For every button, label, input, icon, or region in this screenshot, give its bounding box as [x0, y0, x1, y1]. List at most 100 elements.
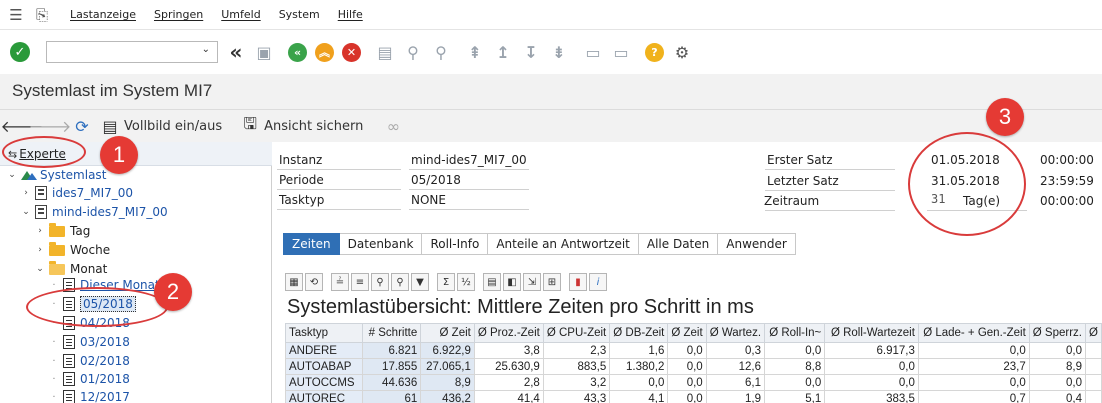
graphic-icon[interactable]: ▮: [569, 273, 587, 291]
enter-button[interactable]: ✓: [10, 42, 30, 62]
table-cell[interactable]: 0,0: [824, 374, 919, 391]
menu-system[interactable]: System: [279, 8, 320, 21]
glasses-icon[interactable]: ∞: [383, 116, 403, 136]
back-icon[interactable]: «: [288, 42, 307, 62]
tab-roll-info[interactable]: Roll-Info: [422, 233, 489, 255]
settings-gear-icon[interactable]: ⚙: [672, 42, 692, 62]
table-cell[interactable]: 0,0: [917, 374, 1030, 391]
table-cell[interactable]: 8,9: [1028, 358, 1087, 375]
help-icon[interactable]: ?: [645, 42, 664, 62]
table-row[interactable]: ANDERE 6.821 6.922,9 3,8 2,3 1,6 0,0 0,3…: [285, 342, 1102, 359]
table-cell[interactable]: 6.922,9: [420, 342, 475, 359]
table-cell[interactable]: 436,2: [420, 390, 475, 403]
column-header[interactable]: Ø Zeit: [667, 323, 707, 343]
table-cell[interactable]: 1.380,2: [609, 358, 669, 375]
column-header[interactable]: Ø DB-Zeit: [609, 323, 669, 343]
table-cell[interactable]: 2,3: [542, 342, 611, 359]
table-cell[interactable]: 12,6: [705, 358, 766, 375]
view-icon[interactable]: ◧: [503, 273, 521, 291]
previous-page-icon[interactable]: ↥: [493, 42, 513, 62]
table-cell[interactable]: 4,1: [609, 390, 669, 403]
table-cell[interactable]: 0,0: [667, 358, 707, 375]
layout-icon[interactable]: ⊞: [543, 273, 561, 291]
table-cell[interactable]: 41,4: [473, 390, 544, 403]
table-cell[interactable]: [1085, 374, 1102, 391]
column-header[interactable]: Ø Sperrz.: [1028, 323, 1087, 343]
refresh-grid-icon[interactable]: ⟲: [305, 273, 323, 291]
cancel-icon[interactable]: ✕: [342, 42, 361, 62]
table-cell[interactable]: ANDERE: [285, 342, 363, 359]
refresh-icon[interactable]: ⟳: [72, 116, 92, 136]
sort-desc-icon[interactable]: ≡: [351, 273, 369, 291]
table-cell[interactable]: 25.630,9: [473, 358, 544, 375]
table-cell[interactable]: [1085, 390, 1102, 403]
print-icon[interactable]: ▤: [375, 42, 395, 62]
table-cell[interactable]: 43,3: [542, 390, 611, 403]
table-cell[interactable]: [1085, 358, 1102, 375]
table-cell[interactable]: AUTOCCMS: [285, 374, 363, 391]
table-cell[interactable]: 0,0: [667, 374, 707, 391]
table-cell[interactable]: 61: [361, 390, 422, 403]
table-cell[interactable]: 27.065,1: [420, 358, 475, 375]
table-cell[interactable]: 6.821: [361, 342, 422, 359]
tree-node-ides7[interactable]: › ides7_MI7_00: [20, 184, 133, 202]
tree-node-03-2018[interactable]: · 03/2018: [48, 333, 130, 351]
column-header[interactable]: Ø Roll-In~: [764, 323, 826, 343]
table-cell[interactable]: 0,0: [609, 374, 669, 391]
tab-datenbank[interactable]: Datenbank: [339, 233, 423, 255]
table-cell[interactable]: 0,0: [1028, 342, 1087, 359]
fullscreen-icon[interactable]: ▤: [100, 116, 120, 136]
info-icon[interactable]: i: [589, 273, 607, 291]
command-toggle-icon[interactable]: «: [226, 40, 246, 64]
table-cell[interactable]: 8,9: [420, 374, 475, 391]
chevron-right-icon[interactable]: ›: [20, 188, 32, 198]
table-cell[interactable]: 1,6: [609, 342, 669, 359]
table-cell[interactable]: 0,0: [1028, 374, 1087, 391]
tree-node-mind-ides7[interactable]: ⌄ mind-ides7_MI7_00: [20, 203, 168, 221]
chevron-down-icon[interactable]: ⌄: [6, 170, 18, 180]
next-page-icon[interactable]: ↧: [521, 42, 541, 62]
save-view-button[interactable]: Ansicht sichern: [264, 119, 363, 134]
table-cell[interactable]: [1085, 342, 1102, 359]
menu-umfeld[interactable]: Umfeld: [221, 8, 260, 21]
column-header[interactable]: Ø CPU-Zeit: [542, 323, 611, 343]
table-cell[interactable]: 0,3: [705, 342, 766, 359]
column-header[interactable]: # Schritte: [361, 323, 422, 343]
sum-icon[interactable]: Σ: [437, 273, 455, 291]
tree-node-01-2018[interactable]: · 01/2018: [48, 370, 130, 388]
tab-anwender[interactable]: Anwender: [718, 233, 796, 255]
table-row[interactable]: AUTOCCMS 44.636 8,9 2,8 3,2 0,0 0,0 6,1 …: [285, 374, 1102, 391]
tab-anteile[interactable]: Anteile an Antwortzeit: [488, 233, 639, 255]
column-header[interactable]: Ø Proz.-Zeit: [473, 323, 544, 343]
table-cell[interactable]: 5,1: [764, 390, 826, 403]
table-cell[interactable]: 3,8: [473, 342, 544, 359]
chevron-right-icon[interactable]: ›: [34, 245, 46, 255]
table-cell[interactable]: 1,9: [705, 390, 766, 403]
tab-alle-daten[interactable]: Alle Daten: [638, 233, 719, 255]
tab-zeiten[interactable]: Zeiten: [283, 233, 340, 255]
shortcut-icon[interactable]: ▭: [611, 42, 631, 62]
table-cell[interactable]: 883,5: [542, 358, 611, 375]
chevron-right-icon[interactable]: ›: [34, 226, 46, 236]
table-cell[interactable]: 0,0: [824, 358, 919, 375]
exit-icon[interactable]: ︽: [315, 42, 334, 62]
table-cell[interactable]: 383,5: [824, 390, 919, 403]
export-icon[interactable]: ⇲: [523, 273, 541, 291]
print-grid-icon[interactable]: ▤: [483, 273, 501, 291]
find-grid-icon[interactable]: ⚲: [371, 273, 389, 291]
new-session-icon[interactable]: ▭: [583, 42, 603, 62]
filter-icon[interactable]: ▼: [411, 273, 429, 291]
fullscreen-button[interactable]: Vollbild ein/aus: [124, 119, 222, 134]
tree-node-woche[interactable]: › Woche: [34, 241, 110, 259]
sap-icon[interactable]: ⎘: [32, 5, 52, 25]
column-header[interactable]: Ø: [1085, 323, 1102, 343]
save-icon[interactable]: ▣: [254, 42, 274, 62]
find-next-icon[interactable]: ⚲: [431, 42, 451, 62]
table-cell[interactable]: 6,1: [705, 374, 766, 391]
column-header[interactable]: Tasktyp: [285, 323, 363, 343]
table-cell[interactable]: 6.917,3: [824, 342, 919, 359]
save-view-icon[interactable]: 🖫: [240, 114, 260, 136]
table-cell[interactable]: 3,2: [542, 374, 611, 391]
table-row[interactable]: AUTOABAP 17.855 27.065,1 25.630,9 883,5 …: [285, 358, 1102, 375]
table-cell[interactable]: AUTOREC: [285, 390, 363, 403]
